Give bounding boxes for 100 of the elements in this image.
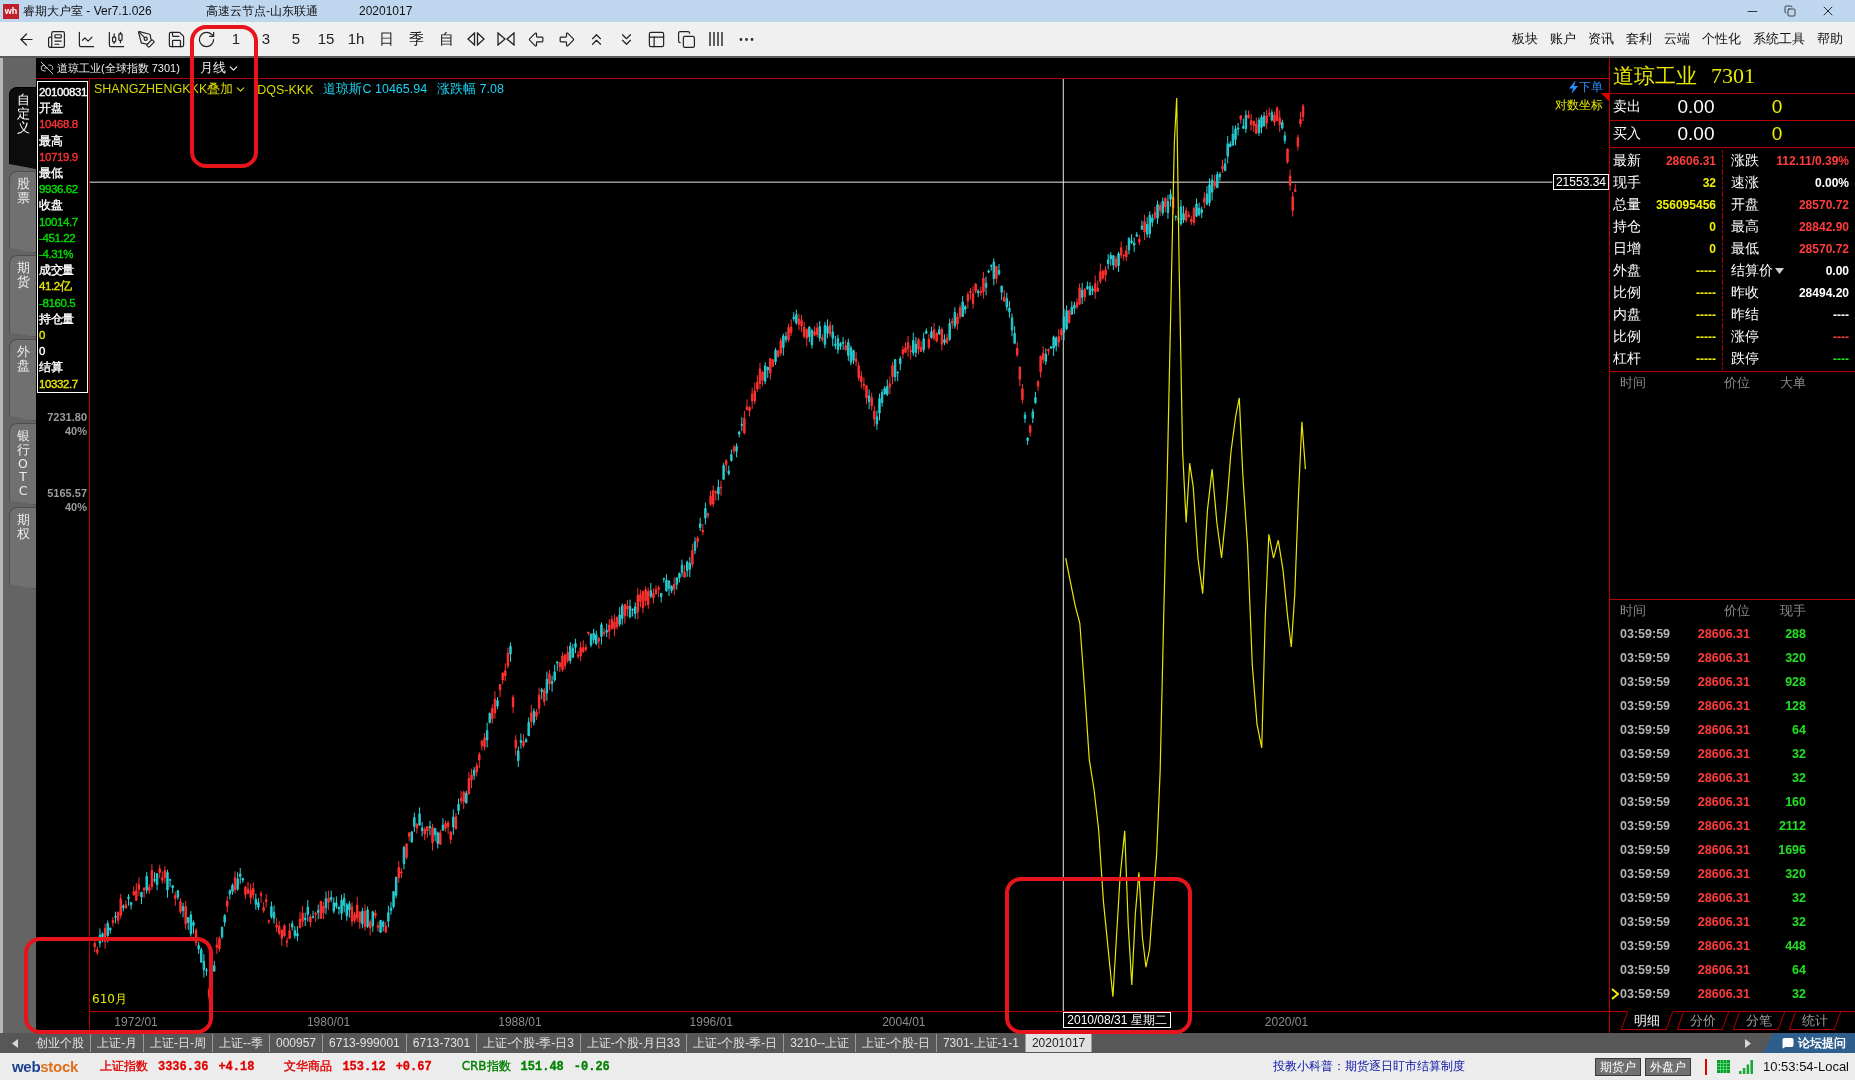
menu-item[interactable]: 系统工具 — [1753, 30, 1805, 48]
tick-time: 03:59:59 — [1620, 915, 1671, 929]
period-button[interactable]: 季 — [406, 30, 426, 48]
side-tab[interactable]: 银行OTC — [9, 423, 36, 505]
menu-item[interactable]: 板块 — [1512, 30, 1538, 48]
candlestick-icon[interactable] — [106, 29, 126, 49]
line-chart-icon[interactable] — [76, 29, 96, 49]
panel-tab[interactable]: 明细 — [1620, 1011, 1674, 1030]
menu-item[interactable]: 帮助 — [1817, 30, 1843, 48]
save-icon[interactable] — [166, 29, 186, 49]
tick-price: 28606.31 — [1697, 891, 1750, 905]
document-icon[interactable] — [46, 29, 66, 49]
account-button[interactable]: 外盘户 — [1645, 1057, 1691, 1076]
menu-item[interactable]: 资讯 — [1588, 30, 1614, 48]
collapse-icon[interactable] — [497, 32, 515, 46]
period-button[interactable]: 3 — [259, 30, 273, 48]
tick-price: 28606.31 — [1697, 915, 1750, 929]
period-button[interactable]: 自 — [436, 30, 456, 48]
order-link[interactable]: 下单 — [1569, 79, 1603, 96]
caret-icon[interactable] — [1775, 268, 1784, 274]
sheet-tab[interactable]: 上证-日-周 — [144, 1034, 213, 1052]
column-header: 时间 — [1620, 602, 1646, 620]
data-value: 10468.8 — [39, 117, 79, 133]
field-label: 开盘 — [1731, 196, 1759, 214]
sheet-tab[interactable]: 上证-月 — [91, 1034, 144, 1052]
period-button[interactable]: 5 — [289, 30, 303, 48]
restore-icon[interactable] — [1784, 5, 1796, 17]
field-value: 28494.20 — [1798, 286, 1849, 300]
panel-tab[interactable]: 分笔 — [1732, 1011, 1786, 1030]
tick-volume: 320 — [1785, 651, 1806, 665]
side-tab[interactable]: 外盘 — [9, 339, 36, 421]
book-price: 0.00 — [1677, 123, 1715, 145]
windows-icon[interactable] — [676, 29, 696, 49]
side-tab[interactable]: 期权 — [9, 507, 36, 589]
sheet-tab[interactable]: 7301-上证-1-1 — [936, 1034, 1026, 1052]
tick-price: 28606.31 — [1697, 987, 1750, 1001]
tick-price: 28606.31 — [1697, 867, 1750, 881]
sheet-tab[interactable]: 000957 — [270, 1034, 324, 1052]
data-value: -4.31% — [39, 247, 75, 263]
pen-icon[interactable] — [136, 29, 156, 49]
sheet-tab[interactable]: 6713-999001 — [323, 1034, 407, 1052]
period-marker: 610月 — [92, 991, 127, 1008]
tick-time: 03:59:59 — [1620, 651, 1671, 665]
panel-tab[interactable]: 统计 — [1788, 1011, 1842, 1030]
side-tab[interactable]: 期货 — [9, 255, 36, 337]
book-label: 买入 — [1612, 125, 1642, 143]
refresh-icon[interactable] — [196, 29, 216, 49]
field-value: ----- — [1696, 264, 1716, 278]
scroll-right-icon[interactable] — [1745, 1038, 1751, 1048]
data-value: 成交量 — [39, 263, 75, 279]
tick-time: 03:59:59 — [1620, 891, 1671, 905]
period-dropdown[interactable]: 月线 — [199, 59, 240, 77]
left-arrow-icon[interactable] — [526, 29, 546, 49]
sheet-tab[interactable]: 上证-个股-日 — [855, 1034, 937, 1052]
tick-price: 28606.31 — [1697, 723, 1750, 737]
link-icon[interactable] — [40, 61, 54, 75]
menu-item[interactable]: 套利 — [1626, 30, 1652, 48]
account-button[interactable]: 期货户 — [1595, 1057, 1641, 1076]
layout-icon[interactable] — [646, 29, 666, 49]
bars-icon[interactable] — [708, 31, 724, 47]
triangle-icon — [1601, 93, 1609, 101]
tick-volume: 32 — [1792, 915, 1806, 929]
forum-button[interactable]: 论坛提问 — [1763, 1033, 1855, 1053]
sheet-tab[interactable]: 20201017 — [1025, 1034, 1093, 1052]
sheet-tab[interactable]: 3210--上证 — [784, 1034, 856, 1052]
tick-volume: 64 — [1792, 963, 1806, 977]
menu-item[interactable]: 个性化 — [1702, 30, 1741, 48]
axis-date: 1980/01 — [306, 1015, 351, 1029]
side-tab[interactable]: 自定义 — [9, 87, 36, 169]
field-label: 最新 — [1613, 152, 1641, 170]
index-name: CRB指数 — [461, 1058, 511, 1075]
period-button[interactable]: 1 — [229, 30, 243, 48]
menu-item[interactable]: 云端 — [1664, 30, 1690, 48]
period-button[interactable]: 日 — [376, 30, 396, 48]
side-tab[interactable]: 股票 — [9, 171, 36, 253]
period-button[interactable]: 1h — [345, 30, 367, 48]
tick-volume: 32 — [1792, 987, 1806, 1001]
tick-price: 28606.31 — [1697, 747, 1750, 761]
panel-tab[interactable]: 分价 — [1676, 1011, 1730, 1030]
scroll-left-icon[interactable] — [12, 1038, 18, 1048]
period-button[interactable]: 15 — [315, 30, 337, 48]
scale-mode-label[interactable]: 对数坐标 — [1555, 97, 1603, 114]
sheet-tab[interactable]: 上证-个股-季-日3 — [477, 1034, 581, 1052]
sheet-tab[interactable]: 上证--季 — [213, 1034, 270, 1052]
expand-icon[interactable] — [467, 32, 485, 46]
tick-volume: 1696 — [1778, 843, 1806, 857]
book-price: 0.00 — [1677, 96, 1715, 118]
menu-item[interactable]: 账户 — [1550, 30, 1576, 48]
tick-volume: 32 — [1792, 771, 1806, 785]
field-value: ---- — [1833, 308, 1849, 322]
data-value: 9936.62 — [39, 182, 79, 198]
sheet-tab[interactable]: 上证-个股-季-日 — [687, 1034, 785, 1052]
axis-date: 2004/01 — [882, 1015, 926, 1029]
sheet-tab[interactable]: 6713-7301 — [406, 1034, 478, 1052]
tick-time: 03:59:59 — [1620, 747, 1671, 761]
data-value: 0 — [39, 344, 46, 360]
sheet-tab[interactable]: 上证-个股-月日33 — [580, 1034, 688, 1052]
tick-price: 28606.31 — [1697, 843, 1750, 857]
tip-link[interactable]: 投教小科普：期货逐日盯市结算制度 — [1273, 1058, 1465, 1075]
sheet-tab[interactable]: 创业个股 — [30, 1034, 91, 1052]
